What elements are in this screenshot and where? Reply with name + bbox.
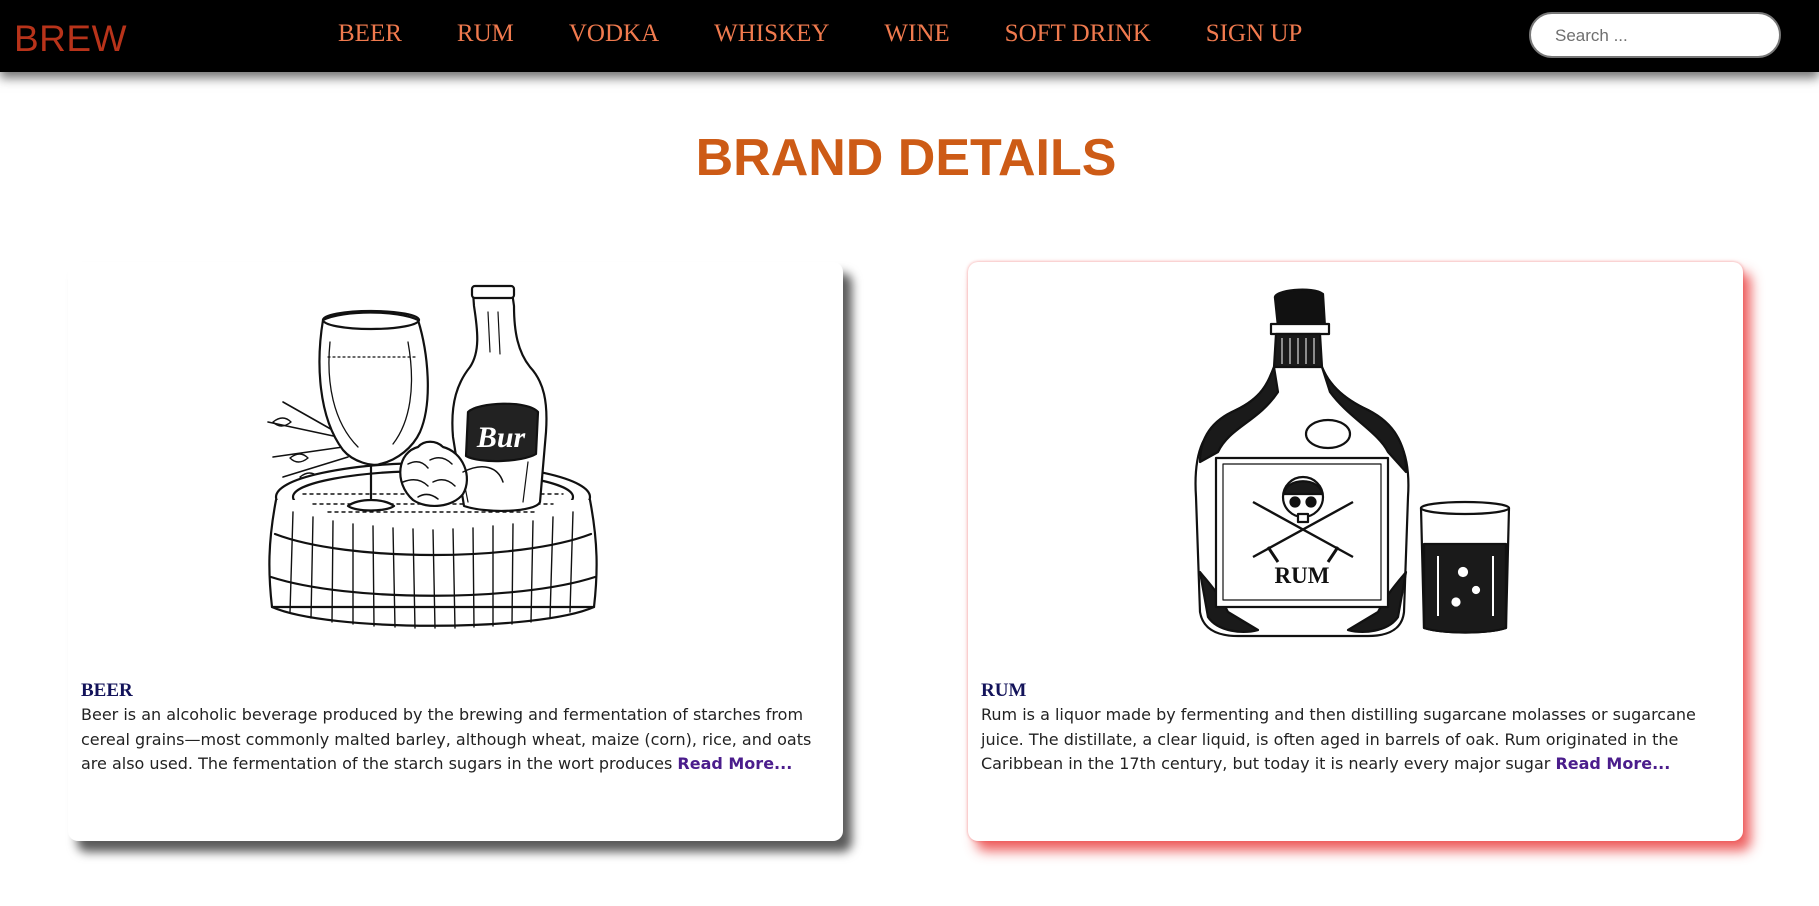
card-description: Rum is a liquor made by fermenting and t… (981, 703, 1726, 777)
search-box (1529, 12, 1781, 58)
beer-bottle-label: Bur (476, 421, 526, 454)
nav-link-soft-drink[interactable]: SOFT DRINK (1005, 20, 1151, 54)
nav-link-wine[interactable]: WINE (884, 20, 949, 54)
nav-links: BEER RUM VODKA WHISKEY WINE SOFT DRINK S… (338, 20, 1357, 54)
rum-bottle-label: RUM (1275, 563, 1330, 588)
nav-link-rum[interactable]: RUM (457, 20, 514, 54)
card-rum: RUM RUM Rum is a liquor made by fermenti… (968, 262, 1743, 841)
nav-link-sign-up[interactable]: SIGN UP (1206, 20, 1303, 54)
card-body: BEER Beer is an alcoholic beverage produ… (81, 679, 826, 777)
nav-link-vodka[interactable]: VODKA (569, 20, 659, 54)
brand-logo[interactable]: BREW (14, 18, 127, 60)
nav-link-whiskey[interactable]: WHISKEY (714, 20, 829, 54)
read-more-link[interactable]: Read More... (677, 754, 792, 773)
beer-illustration: Bur (267, 284, 598, 629)
card-title: RUM (981, 680, 1027, 701)
search-input[interactable] (1553, 16, 1777, 56)
card-beer: Bur BEER Beer is an alcoholic beverage p… (68, 262, 843, 841)
card-body: RUM Rum is a liquor made by fermenting a… (981, 679, 1726, 777)
read-more-link[interactable]: Read More... (1555, 754, 1670, 773)
rum-illustration: RUM (1194, 288, 1511, 638)
page-title: BRAND DETAILS (695, 129, 1117, 187)
navbar: BREW BEER RUM VODKA WHISKEY WINE SOFT DR… (0, 0, 1819, 72)
nav-link-beer[interactable]: BEER (338, 20, 402, 54)
card-title: BEER (81, 680, 133, 701)
card-description: Beer is an alcoholic beverage produced b… (81, 703, 826, 777)
